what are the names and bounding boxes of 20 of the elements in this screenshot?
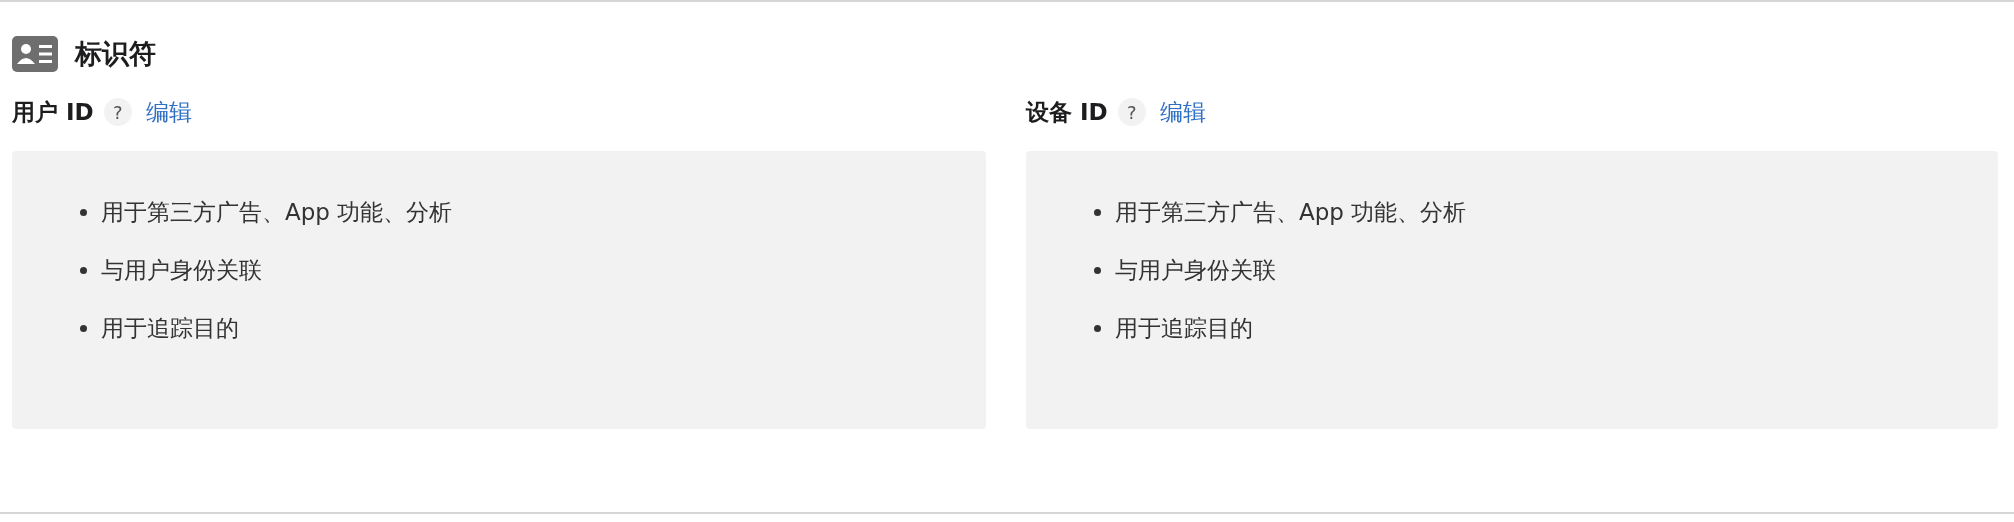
identifier-label: 设备 ID (1026, 97, 1108, 127)
usage-item: 用于第三方广告、App 功能、分析 (1115, 197, 1467, 227)
bullet-icon (80, 208, 87, 216)
bullet-icon (1094, 266, 1101, 274)
bullet-icon (1094, 208, 1101, 216)
identifier-label: 用户 ID (12, 97, 94, 127)
usage-item: 用于第三方广告、App 功能、分析 (101, 197, 453, 227)
edit-link[interactable]: 编辑 (145, 96, 192, 128)
help-icon[interactable]: ? (103, 98, 132, 126)
bullet-icon (80, 266, 87, 274)
usage-item: 与用户身份关联 (1115, 255, 1276, 285)
id-card-icon (12, 36, 58, 72)
section-title: 标识符 (75, 37, 156, 71)
bullet-icon (80, 324, 87, 332)
bullet-icon (1094, 324, 1101, 332)
edit-link[interactable]: 编辑 (1159, 96, 1206, 128)
usage-item: 与用户身份关联 (101, 255, 262, 285)
usage-item: 用于追踪目的 (101, 313, 239, 343)
usage-item: 用于追踪目的 (1115, 313, 1253, 343)
help-icon[interactable]: ? (1117, 98, 1146, 126)
